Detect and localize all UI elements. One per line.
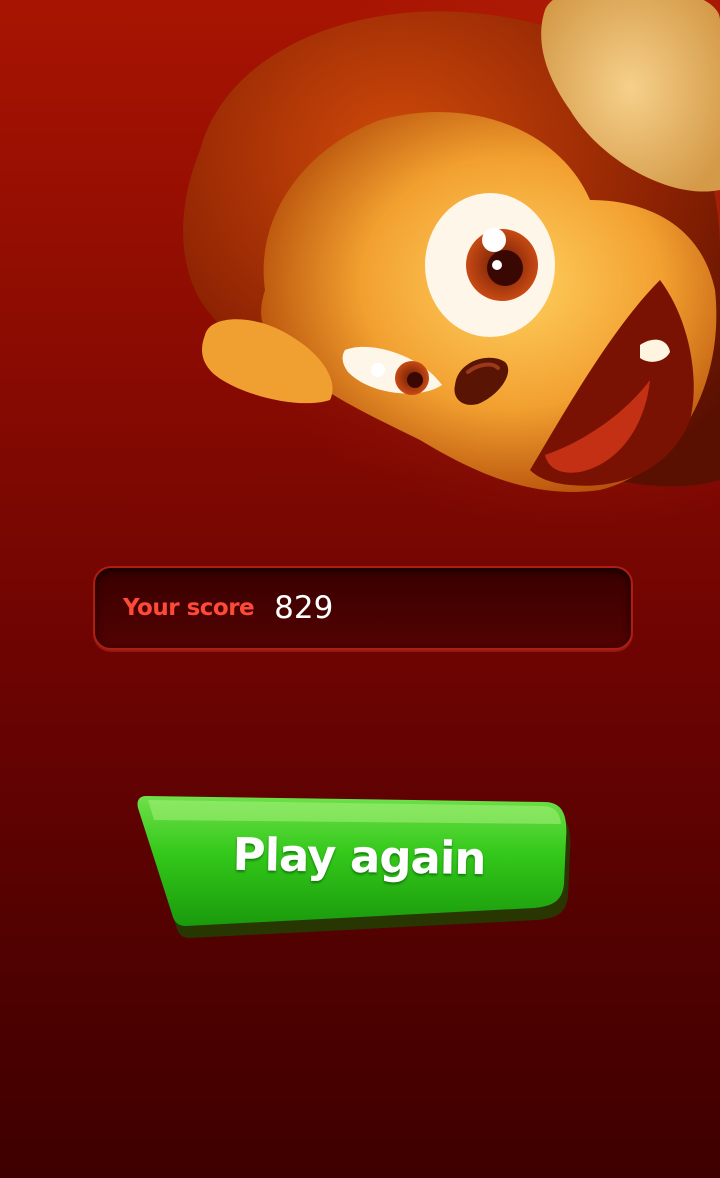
play-again-label: Play again [232,827,486,886]
score-value: 829 [274,590,334,626]
score-label: Your score [123,595,255,621]
monkey-mascot-icon [183,0,720,492]
play-again-button[interactable]: Play again [134,790,574,940]
score-panel: Your score 829 [93,566,633,650]
